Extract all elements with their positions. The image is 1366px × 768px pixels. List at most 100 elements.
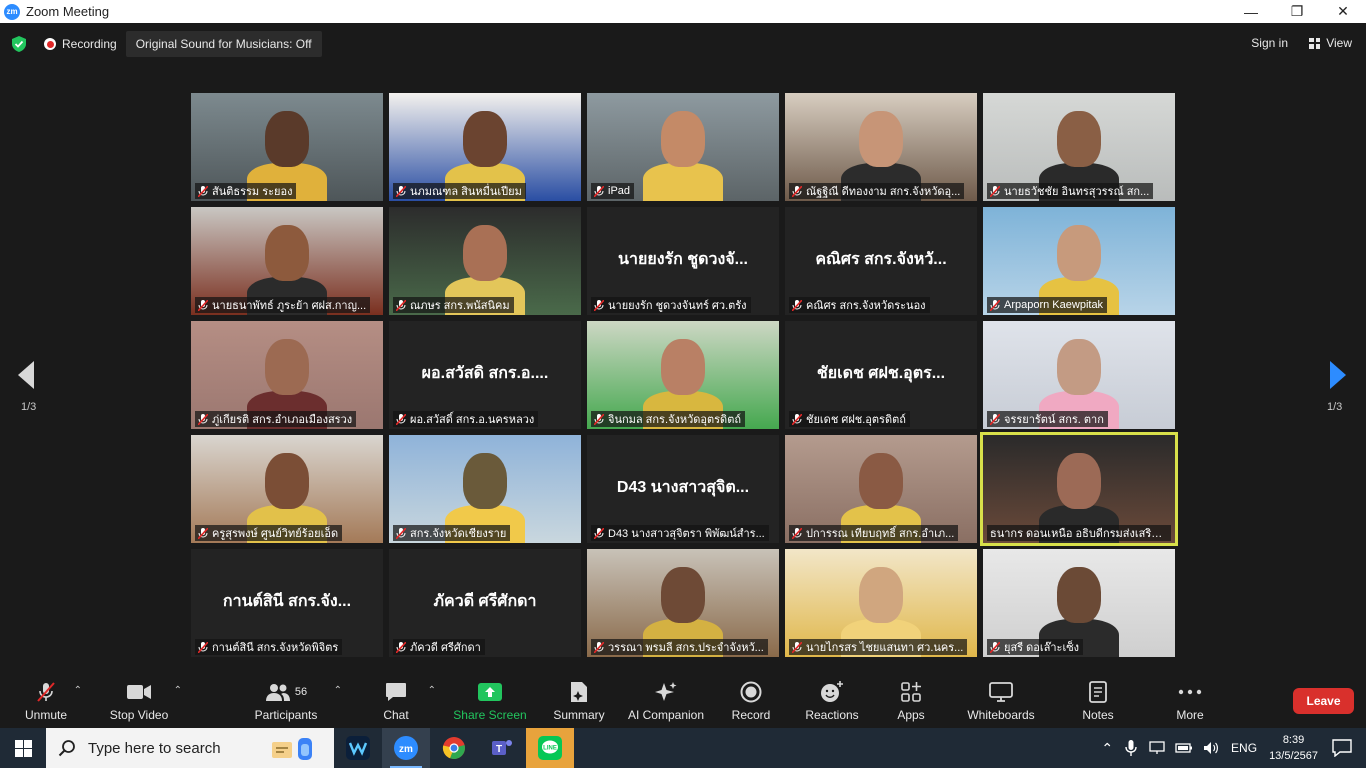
previous-page-button[interactable]: 1/3: [18, 361, 36, 413]
taskbar-search[interactable]: Type here to search: [46, 728, 334, 768]
record-button[interactable]: Record: [730, 675, 772, 728]
chat-button[interactable]: Chat ⌃: [378, 675, 436, 728]
participant-tile[interactable]: สกร.จังหวัดเชียงราย: [389, 435, 581, 543]
taskbar-clock[interactable]: 8:39 13/5/2567: [1269, 732, 1318, 764]
notes-icon: [1086, 681, 1110, 703]
participant-face: [1057, 111, 1101, 167]
participant-nameplate: นายไกรสร ไชยแสนทา ศว.นคร...: [789, 639, 968, 655]
participant-nameplate: นายธนาพัทธ์ ภูระย้า ศฝส.กาญ...: [195, 297, 371, 313]
ai-companion-label: AI Companion: [627, 708, 705, 722]
participant-tile[interactable]: ชัยเดช ศฝช.อุตร... ชัยเดช ศฝช.อุตรดิตถ์: [785, 321, 977, 429]
participant-tile[interactable]: ผอ.สวัสดิ สกร.อ.... ผอ.สวัสดิ์ สกร.อ.นครห…: [389, 321, 581, 429]
language-indicator[interactable]: ENG: [1231, 741, 1257, 755]
participant-nameplate: จินกมล สกร.จังหวัดอุตรดิตถ์: [591, 411, 746, 427]
security-shield-icon[interactable]: [12, 36, 26, 52]
summary-label: Summary: [553, 708, 605, 722]
view-button[interactable]: View: [1309, 36, 1352, 50]
participant-center-name: คณิศร สกร.จังหวั...: [815, 251, 947, 268]
participant-tile[interactable]: D43 นางสาวสุจิต... D43 นางสาวสุจิตรา พิพั…: [587, 435, 779, 543]
participant-name: นภมณฑล สินหมื่นเปียม: [410, 186, 522, 198]
participant-tile[interactable]: นายธนาพัทธ์ ภูระย้า ศฝส.กาญ...: [191, 207, 383, 315]
reactions-button[interactable]: Reactions: [804, 675, 860, 728]
participant-nameplate: ณภษร สกร.พนัสนิคม: [393, 297, 514, 313]
participant-tile[interactable]: นายไกรสร ไชยแสนทา ศว.นคร...: [785, 549, 977, 657]
start-button[interactable]: [0, 728, 46, 768]
participant-center-name: นายยงรัก ชูดวงจั...: [618, 251, 748, 268]
close-button[interactable]: ✕: [1320, 0, 1366, 23]
recording-indicator[interactable]: Recording: [44, 37, 117, 51]
participant-tile[interactable]: ปการรณ เทียบฤทธิ์ สกร.อำเภ...: [785, 435, 977, 543]
participant-name: ครูสุรพงษ์ ศูนย์วิทย์ร้อยเอ็ด: [212, 528, 339, 540]
participant-nameplate: นภมณฑล สินหมื่นเปียม: [393, 183, 526, 199]
participant-name: ณภษร สกร.พนัสนิคม: [410, 300, 510, 312]
summary-document-icon: [567, 681, 591, 703]
participant-tile[interactable]: จรรยารัตน์ สกร. ตาก: [983, 321, 1175, 429]
participant-tile[interactable]: กานต์สินี สกร.จัง... กานต์สินี สกร.จังหวั…: [191, 549, 383, 657]
chevron-up-icon[interactable]: ⌃: [428, 685, 436, 696]
share-screen-button[interactable]: Share Screen: [452, 675, 528, 728]
participant-name: กานต์สินี สกร.จังหวัดพิจิตร: [212, 642, 339, 654]
participant-name: สันติธรรม ระยอง: [212, 186, 293, 198]
participant-tile[interactable]: ภู่เกียรติ สกร.อำเภอเมืองสรวง: [191, 321, 383, 429]
participant-tile[interactable]: ครูสุรพงษ์ ศูนย์วิทย์ร้อยเอ็ด: [191, 435, 383, 543]
microphone-icon[interactable]: [1125, 740, 1137, 756]
participant-tile[interactable]: ธนากร ดอนเหนือ อธิบดีกรมส่งเสริม...: [980, 432, 1178, 546]
chevron-up-icon[interactable]: ⌃: [174, 685, 182, 696]
chevron-up-icon[interactable]: ⌃: [334, 685, 342, 696]
leave-button[interactable]: Leave: [1293, 688, 1354, 714]
unmute-button[interactable]: Unmute ⌃: [22, 675, 82, 728]
maximize-button[interactable]: ❐: [1274, 0, 1320, 23]
participant-name: จินกมล สกร.จังหวัดอุตรดิตถ์: [608, 414, 742, 426]
participant-tile[interactable]: นภมณฑล สินหมื่นเปียม: [389, 93, 581, 201]
more-button[interactable]: More: [1172, 675, 1208, 728]
participant-tile[interactable]: ณัฐฐิณี ดีทองงาม สกร.จังหวัดอุ...: [785, 93, 977, 201]
system-tray: ⌃ ENG 8:39 13/5/2567: [1101, 728, 1366, 768]
participant-tile[interactable]: ภัควดี ศรีศักดา ภัควดี ศรีศักดา: [389, 549, 581, 657]
original-sound-button[interactable]: Original Sound for Musicians: Off: [125, 31, 322, 57]
participant-tile[interactable]: คณิศร สกร.จังหวั... คณิศร สกร.จังหวัดระนอ…: [785, 207, 977, 315]
participant-tile[interactable]: นายธวัชชัย อินทรสุวรรณ์ สก...: [983, 93, 1175, 201]
participant-face: [859, 567, 903, 623]
summary-button[interactable]: Summary: [550, 675, 608, 728]
participants-button[interactable]: 56 Participants ⌃: [254, 675, 342, 728]
minimize-button[interactable]: —: [1228, 0, 1274, 23]
participant-tile[interactable]: นายยงรัก ชูดวงจั... นายยงรัก ชูดวงจันทร์ …: [587, 207, 779, 315]
next-page-button[interactable]: 1/3: [1327, 361, 1346, 413]
network-icon[interactable]: [1149, 741, 1165, 755]
notes-button[interactable]: Notes: [1080, 675, 1116, 728]
participant-face: [1057, 453, 1101, 509]
sparkle-icon: [654, 681, 678, 703]
participant-face: [463, 111, 507, 167]
participant-tile[interactable]: ยุสรี ดอเล๊าะเซ็ง: [983, 549, 1175, 657]
chevron-up-icon[interactable]: ⌃: [1101, 740, 1113, 757]
participant-tile[interactable]: สันติธรรม ระยอง: [191, 93, 383, 201]
chevron-up-icon[interactable]: ⌃: [74, 685, 82, 696]
apps-button[interactable]: Apps: [894, 675, 928, 728]
record-label: Record: [731, 708, 771, 722]
participant-tile[interactable]: จินกมล สกร.จังหวัดอุตรดิตถ์: [587, 321, 779, 429]
svg-text:zm: zm: [399, 744, 413, 755]
participant-center-name: ภัควดี ศรีศักดา: [433, 593, 537, 610]
zoom-logo-icon: zm: [4, 3, 20, 20]
participant-tile[interactable]: iPad: [587, 93, 779, 201]
taskbar-teams[interactable]: T: [478, 728, 526, 768]
participant-tile[interactable]: Arpaporn Kaewpitak: [983, 207, 1175, 315]
stop-video-button[interactable]: Stop Video ⌃: [108, 675, 182, 728]
sign-in-button[interactable]: Sign in: [1251, 36, 1288, 50]
taskbar-zoom[interactable]: zm: [382, 728, 430, 768]
taskbar-webex[interactable]: [334, 728, 382, 768]
battery-icon[interactable]: [1175, 742, 1193, 754]
taskbar-line[interactable]: LINE: [526, 728, 574, 768]
arrow-left-icon: [18, 361, 34, 389]
participant-tile[interactable]: ณภษร สกร.พนัสนิคม: [389, 207, 581, 315]
notification-icon[interactable]: [1332, 739, 1352, 757]
participant-name: คณิศร สกร.จังหวัดระนอง: [806, 300, 926, 312]
grid-view-icon: [1309, 37, 1321, 49]
whiteboards-button[interactable]: Whiteboards: [966, 675, 1036, 728]
taskbar-chrome[interactable]: [430, 728, 478, 768]
volume-icon[interactable]: [1203, 741, 1219, 755]
participant-tile[interactable]: วรรณา พรมลี สกร.ประจำจังหวั...: [587, 549, 779, 657]
participant-name: ธนากร ดอนเหนือ อธิบดีกรมส่งเสริม...: [990, 528, 1167, 540]
ai-companion-button[interactable]: AI Companion: [624, 675, 708, 728]
mic-muted-icon: [792, 185, 802, 197]
